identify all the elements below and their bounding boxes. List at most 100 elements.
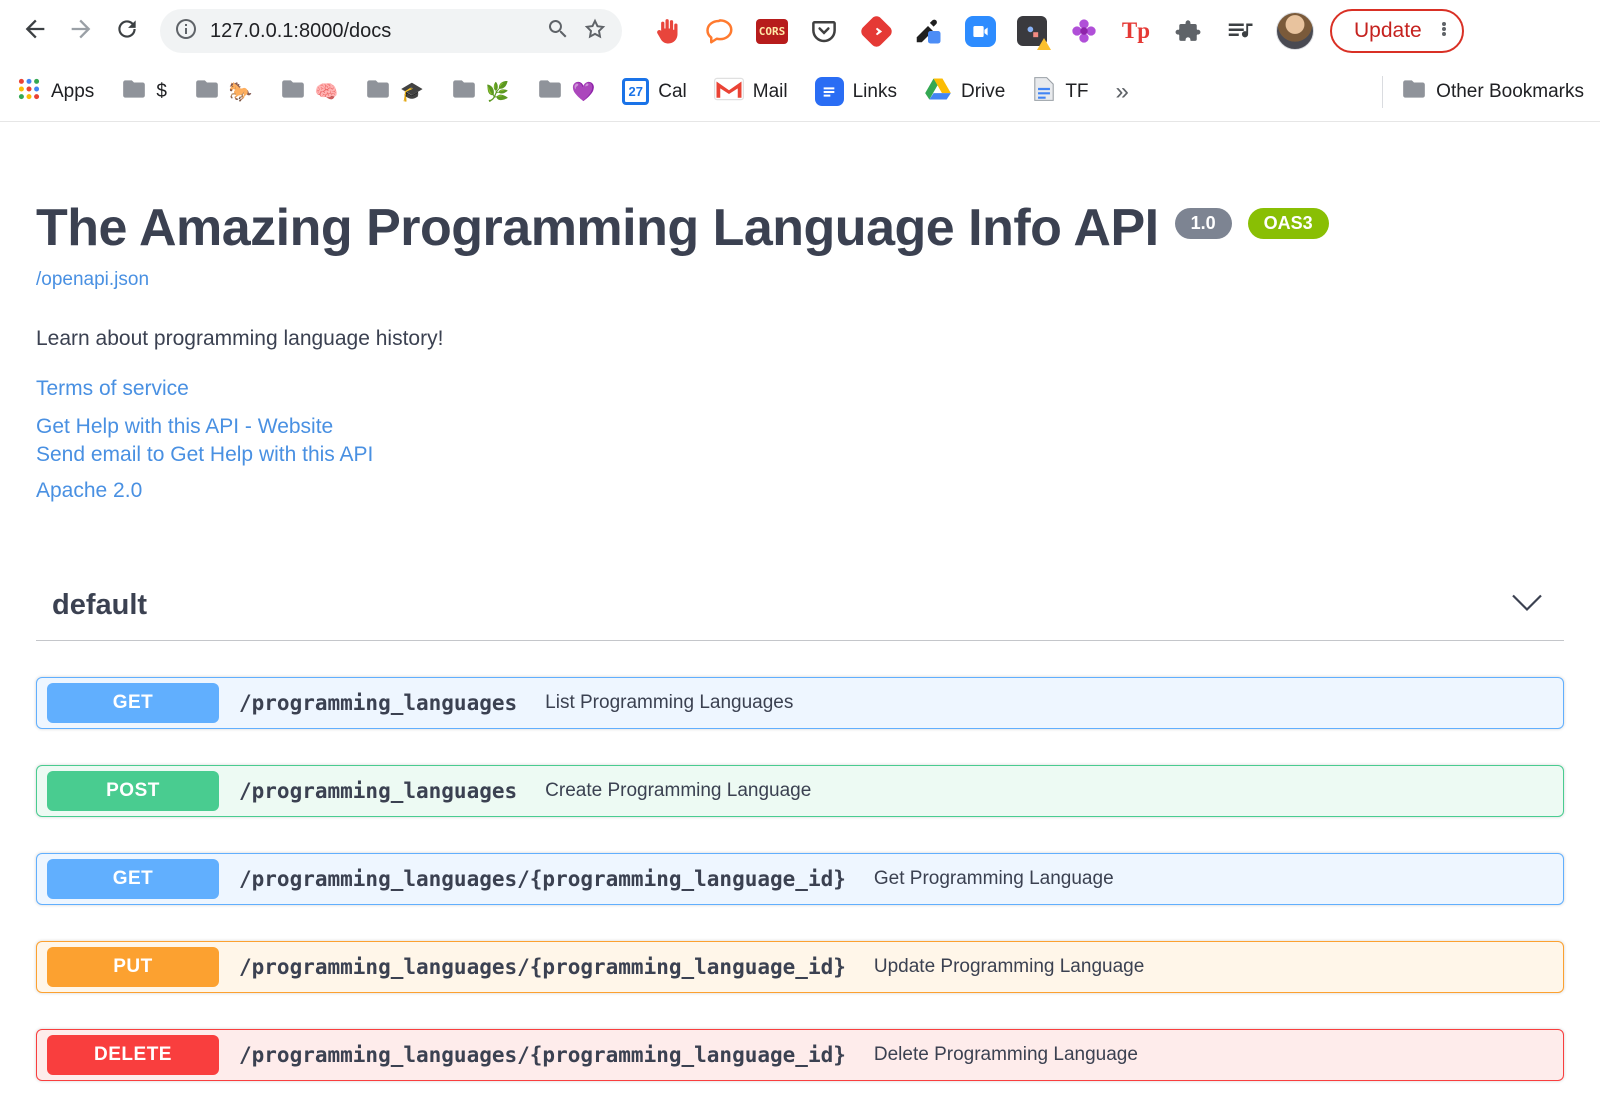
update-label: Update (1354, 19, 1422, 42)
bookmark-folder-heart[interactable]: 💜 (537, 76, 596, 108)
media-queue-extension-icon[interactable] (1222, 13, 1258, 49)
apps-shortcut[interactable]: Apps (16, 76, 94, 108)
version-badge: 1.0 (1174, 208, 1232, 239)
forward-button[interactable] (58, 8, 104, 54)
folder-label: 💜 (571, 81, 596, 103)
chevron-down-icon[interactable] (1512, 594, 1542, 617)
apps-grid-icon (16, 76, 42, 108)
apps-label: Apps (51, 80, 95, 102)
site-info-icon[interactable] (174, 17, 198, 46)
help-email-link[interactable]: Send email to Get Help with this API (36, 443, 1564, 467)
devtools-extension-icon[interactable] (1014, 13, 1051, 50)
other-bookmarks-label: Other Bookmarks (1436, 80, 1584, 102)
bookmark-folder-horse[interactable]: 🐎 (194, 76, 253, 108)
folder-icon (121, 76, 147, 108)
endpoint-path: /programming_languages/{programming_lang… (239, 955, 846, 980)
warning-triangle-icon (1037, 38, 1051, 50)
chat-bubble-extension-icon[interactable] (702, 13, 738, 49)
help-website-link[interactable]: Get Help with this API - Website (36, 415, 1564, 439)
purple-flower-extension-icon[interactable] (1066, 13, 1102, 49)
eyedropper-extension-icon[interactable] (910, 13, 946, 49)
api-description: Learn about programming language history… (36, 327, 444, 351)
endpoint-row-delete-language[interactable]: DELETE /programming_languages/{programmi… (36, 1029, 1564, 1082)
endpoint-path: /programming_languages/{programming_lang… (239, 1043, 846, 1068)
cors-extension-icon[interactable]: CORS (754, 13, 790, 49)
back-icon (21, 15, 49, 48)
endpoint-row-update-language[interactable]: PUT /programming_languages/{programming_… (36, 941, 1564, 994)
red-diamond-shape (858, 13, 894, 49)
send-arrow-extension-icon[interactable] (858, 13, 894, 49)
api-title-row: The Amazing Programming Language Info AP… (36, 199, 1564, 257)
tag-section-header[interactable]: default (36, 589, 1564, 642)
bookmark-folder-brain[interactable]: 🧠 (280, 76, 339, 108)
bookmark-calendar[interactable]: 27 Cal (622, 78, 687, 105)
update-button[interactable]: Update (1330, 9, 1464, 53)
address-bar[interactable]: 127.0.0.1:8000/docs (160, 9, 622, 53)
kebab-menu-icon[interactable] (1432, 17, 1456, 46)
stop-hand-extension-icon[interactable] (650, 13, 686, 49)
pocket-shield-extension-icon[interactable] (806, 13, 842, 49)
folder-icon (1401, 76, 1427, 108)
bookmark-folder-herb[interactable]: 🌿 (451, 76, 510, 108)
folder-label: $ (156, 80, 167, 102)
openapi-spec-link[interactable]: /openapi.json (36, 269, 149, 291)
browser-toolbar: 127.0.0.1:8000/docs CORS Tp Update (0, 0, 1600, 62)
bookmark-links[interactable]: Links (814, 77, 897, 106)
terms-of-service-link[interactable]: Terms of service (36, 377, 1564, 401)
bookmark-drive[interactable]: Drive (924, 76, 1005, 108)
folder-icon (537, 76, 563, 108)
profile-avatar[interactable] (1276, 12, 1314, 50)
bookmark-tf[interactable]: TF (1032, 76, 1089, 108)
bookmark-folder-graduation[interactable]: 🎓 (365, 76, 424, 108)
links-label: Links (852, 80, 897, 102)
folder-label: 🎓 (400, 81, 424, 103)
drive-label: Drive (960, 80, 1006, 102)
reload-button[interactable] (104, 8, 150, 54)
other-bookmarks[interactable]: Other Bookmarks (1401, 76, 1584, 108)
tf-label: TF (1065, 80, 1089, 102)
method-badge: PUT (47, 947, 219, 988)
endpoint-row-get-language[interactable]: GET /programming_languages/{programming_… (36, 853, 1564, 906)
endpoint-summary: List Programming Languages (545, 692, 794, 714)
folder-label: 🐎 (228, 81, 253, 103)
zoom-app-shape (964, 15, 996, 47)
method-badge: POST (47, 771, 219, 812)
folder-icon (365, 76, 391, 108)
page-title: The Amazing Programming Language Info AP… (36, 199, 1159, 257)
endpoint-path: /programming_languages/{programming_lang… (239, 867, 846, 892)
extensions-tray: CORS Tp (650, 13, 1258, 50)
cors-label: CORS (755, 18, 789, 44)
oas3-badge: OAS3 (1247, 208, 1329, 239)
links-icon (814, 77, 844, 106)
endpoint-summary: Update Programming Language (873, 956, 1145, 978)
endpoint-row-list-languages[interactable]: GET /programming_languages List Programm… (36, 677, 1564, 730)
endpoint-path: /programming_languages (239, 691, 518, 716)
endpoint-summary: Get Programming Language (873, 868, 1114, 890)
calendar-label: Cal (658, 80, 687, 102)
bookmarks-overflow-chevron[interactable]: » (1116, 78, 1129, 106)
mail-label: Mail (752, 80, 788, 102)
endpoint-summary: Create Programming Language (545, 780, 812, 802)
zoom-icon[interactable] (546, 17, 570, 46)
back-button[interactable] (12, 8, 58, 54)
endpoint-summary: Delete Programming Language (873, 1044, 1138, 1066)
bookmark-mail[interactable]: Mail (713, 77, 788, 107)
extensions-puzzle-icon[interactable] (1170, 13, 1206, 49)
endpoint-path: /programming_languages (239, 779, 518, 804)
folder-icon (280, 76, 306, 108)
bookmark-star-icon[interactable] (582, 16, 608, 47)
method-badge: DELETE (47, 1035, 219, 1076)
tp-label: Tp (1121, 18, 1151, 43)
zoom-camera-extension-icon[interactable] (962, 13, 998, 49)
bookmark-folder-dollar[interactable]: $ (121, 76, 167, 108)
folder-label: 🧠 (314, 81, 339, 103)
tp-extension-icon[interactable]: Tp (1118, 13, 1154, 49)
folder-icon (451, 76, 477, 108)
folder-label: 🌿 (485, 81, 510, 103)
url-text[interactable]: 127.0.0.1:8000/docs (210, 20, 534, 43)
endpoint-row-create-language[interactable]: POST /programming_languages Create Progr… (36, 765, 1564, 818)
calendar-day: 27 (628, 84, 643, 99)
bookmarks-bar: Apps $ 🐎 🧠 🎓 🌿 💜 27 Cal Mail Links Drive (0, 62, 1600, 122)
drive-icon (924, 76, 952, 108)
license-link[interactable]: Apache 2.0 (36, 479, 1564, 503)
